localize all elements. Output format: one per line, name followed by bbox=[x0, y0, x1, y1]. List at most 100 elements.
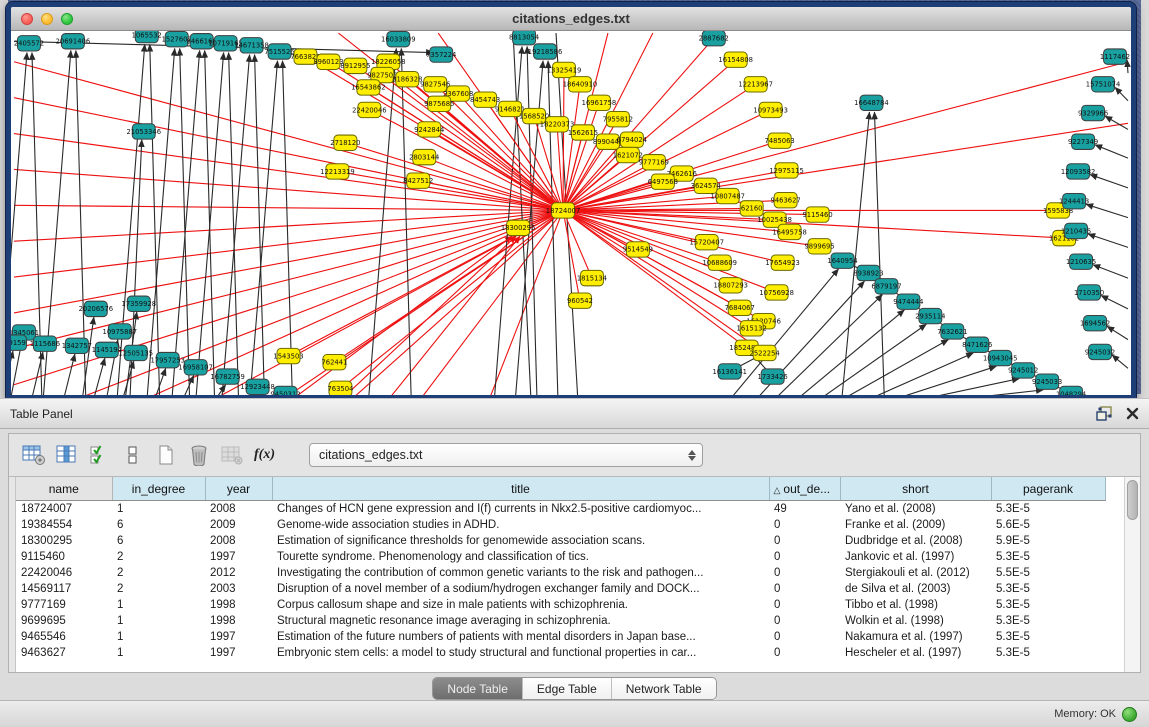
table-cell[interactable]: Wolkin et al. (1998) bbox=[840, 613, 991, 629]
table-row[interactable]: 1872400712008Changes of HCN gene express… bbox=[16, 501, 1105, 518]
table-row[interactable]: 946554611997Estimation of the future num… bbox=[16, 629, 1105, 645]
tab-node-table[interactable]: Node Table bbox=[433, 678, 523, 699]
network-graph[interactable]: 2405572206914061065532152760284661601071… bbox=[11, 31, 1131, 395]
table-cell[interactable]: 5.3E-5 bbox=[991, 645, 1105, 661]
table-row[interactable]: 946362711997Embryonic stem cells: a mode… bbox=[16, 645, 1105, 661]
table-cell[interactable]: 2012 bbox=[205, 565, 272, 581]
table-row[interactable]: 969969511998Structural magnetic resonanc… bbox=[16, 613, 1105, 629]
delete-entries-trash-icon[interactable] bbox=[186, 443, 212, 467]
network-edge[interactable] bbox=[563, 70, 564, 210]
table-cell[interactable]: 2008 bbox=[205, 533, 272, 549]
close-icon[interactable] bbox=[1126, 407, 1139, 420]
table-cell[interactable]: 1997 bbox=[205, 629, 272, 645]
table-cell[interactable]: Estimation of significance thresholds fo… bbox=[272, 533, 769, 549]
table-row[interactable]: 977716911998Corpus callosum shape and si… bbox=[16, 597, 1105, 613]
table-cell[interactable]: 5.3E-5 bbox=[991, 629, 1105, 645]
table-row[interactable]: 1830029562008Estimation of significance … bbox=[16, 533, 1105, 549]
table-cell[interactable]: Structural magnetic resonance image aver… bbox=[272, 613, 769, 629]
network-edge[interactable] bbox=[1105, 116, 1128, 129]
network-edge[interactable] bbox=[1090, 175, 1128, 188]
table-cell[interactable]: 1 bbox=[112, 645, 205, 661]
table-cell[interactable]: 49 bbox=[769, 501, 840, 518]
column-header-short[interactable]: short bbox=[840, 477, 991, 501]
network-edge[interactable] bbox=[874, 112, 884, 395]
network-edge[interactable] bbox=[908, 379, 1019, 395]
table-cell[interactable]: 0 bbox=[769, 581, 840, 597]
network-edge[interactable] bbox=[932, 390, 1043, 395]
network-edge[interactable] bbox=[255, 55, 265, 395]
network-edge[interactable] bbox=[563, 84, 580, 210]
table-cell[interactable]: 0 bbox=[769, 629, 840, 645]
table-cell[interactable]: 0 bbox=[769, 645, 840, 661]
network-edge[interactable] bbox=[348, 210, 563, 395]
network-edge[interactable] bbox=[63, 354, 75, 395]
scrollbar-thumb[interactable] bbox=[1127, 480, 1138, 520]
table-cell[interactable]: 19384554 bbox=[16, 517, 112, 533]
table-cell[interactable]: 9699695 bbox=[16, 613, 112, 629]
table-cell[interactable]: Jankovic et al. (1997) bbox=[840, 549, 991, 565]
table-row[interactable]: 1938455462009Genome-wide association stu… bbox=[16, 517, 1105, 533]
column-header-in_degree[interactable]: in_degree bbox=[112, 477, 205, 501]
table-cell[interactable]: 5.9E-5 bbox=[991, 533, 1105, 549]
table-cell[interactable]: Dudbridge et al. (2008) bbox=[840, 533, 991, 549]
table-cell[interactable]: 5.5E-5 bbox=[991, 565, 1105, 581]
table-cell[interactable]: Tibbo et al. (1998) bbox=[840, 597, 991, 613]
table-cell[interactable]: 1998 bbox=[205, 597, 272, 613]
table-cell[interactable]: 18724007 bbox=[16, 501, 112, 518]
node-table-grid[interactable]: namein_degreeyeartitle△out_de...shortpag… bbox=[16, 477, 1106, 661]
tab-edge-table[interactable]: Edge Table bbox=[523, 678, 612, 699]
table-cell[interactable]: 0 bbox=[769, 533, 840, 549]
table-cell[interactable]: 2 bbox=[112, 549, 205, 565]
table-cell[interactable]: 9463627 bbox=[16, 645, 112, 661]
network-edge[interactable] bbox=[14, 169, 563, 210]
tab-network-table[interactable]: Network Table bbox=[612, 678, 716, 699]
table-cell[interactable]: 2 bbox=[112, 581, 205, 597]
network-edge[interactable] bbox=[14, 205, 563, 210]
table-cell[interactable]: Hescheler et al. (1997) bbox=[840, 645, 991, 661]
network-edge[interactable] bbox=[488, 210, 563, 395]
table-row[interactable]: 1456911722003Disruption of a novel membe… bbox=[16, 581, 1105, 597]
table-cell[interactable]: 2003 bbox=[205, 581, 272, 597]
table-cell[interactable]: 22420046 bbox=[16, 565, 112, 581]
table-cell[interactable]: 9777169 bbox=[16, 597, 112, 613]
table-cell[interactable]: 18300295 bbox=[16, 533, 112, 549]
network-edge[interactable] bbox=[862, 353, 973, 395]
table-cell[interactable]: de Silva et al. (2003) bbox=[840, 581, 991, 597]
network-edge[interactable] bbox=[117, 44, 145, 395]
table-settings-icon[interactable] bbox=[21, 443, 47, 467]
float-window-icon[interactable] bbox=[1096, 406, 1114, 422]
column-header-pagerank[interactable]: pagerank bbox=[991, 477, 1105, 501]
network-edge[interactable] bbox=[368, 48, 396, 395]
table-cell[interactable]: 14569117 bbox=[16, 581, 112, 597]
network-edge[interactable] bbox=[289, 236, 513, 395]
table-cell[interactable]: 5.3E-5 bbox=[991, 549, 1105, 565]
table-cell[interactable]: 2 bbox=[112, 565, 205, 581]
table-cell[interactable]: 2008 bbox=[205, 501, 272, 518]
network-edge[interactable] bbox=[172, 50, 200, 395]
table-cell[interactable]: 1 bbox=[112, 613, 205, 629]
new-document-icon[interactable] bbox=[153, 443, 179, 467]
table-cell[interactable]: 5.6E-5 bbox=[991, 517, 1105, 533]
table-cell[interactable]: 0 bbox=[769, 549, 840, 565]
network-edge[interactable] bbox=[1101, 296, 1128, 309]
network-canvas[interactable]: 2405572206914061065532152760284661601071… bbox=[11, 31, 1131, 395]
table-cell[interactable]: 1 bbox=[112, 629, 205, 645]
network-edge[interactable] bbox=[14, 62, 563, 211]
table-cell[interactable]: 1997 bbox=[205, 549, 272, 565]
table-cell[interactable]: Franke et al. (2009) bbox=[840, 517, 991, 533]
table-cell[interactable]: Tourette syndrome. Phenomenology and cla… bbox=[272, 549, 769, 565]
table-cell[interactable]: 2009 bbox=[205, 517, 272, 533]
table-cell[interactable]: Estimation of the future numbers of pati… bbox=[272, 629, 769, 645]
column-header-title[interactable]: title bbox=[272, 477, 769, 501]
table-cell[interactable]: Investigating the contribution of common… bbox=[272, 565, 769, 581]
table-cell[interactable]: 6 bbox=[112, 517, 205, 533]
column-header-name[interactable]: name bbox=[16, 477, 112, 501]
table-cell[interactable]: Yano et al. (2008) bbox=[840, 501, 991, 518]
table-cell[interactable]: 1 bbox=[112, 501, 205, 518]
table-selector-dropdown[interactable]: citations_edges.txt bbox=[309, 443, 703, 467]
network-edge[interactable] bbox=[885, 366, 996, 395]
network-edge[interactable] bbox=[1107, 326, 1128, 339]
insert-column-icon[interactable] bbox=[54, 443, 80, 467]
table-cell[interactable]: 5.3E-5 bbox=[991, 581, 1105, 597]
table-row[interactable]: 2242004622012Investigating the contribut… bbox=[16, 565, 1105, 581]
